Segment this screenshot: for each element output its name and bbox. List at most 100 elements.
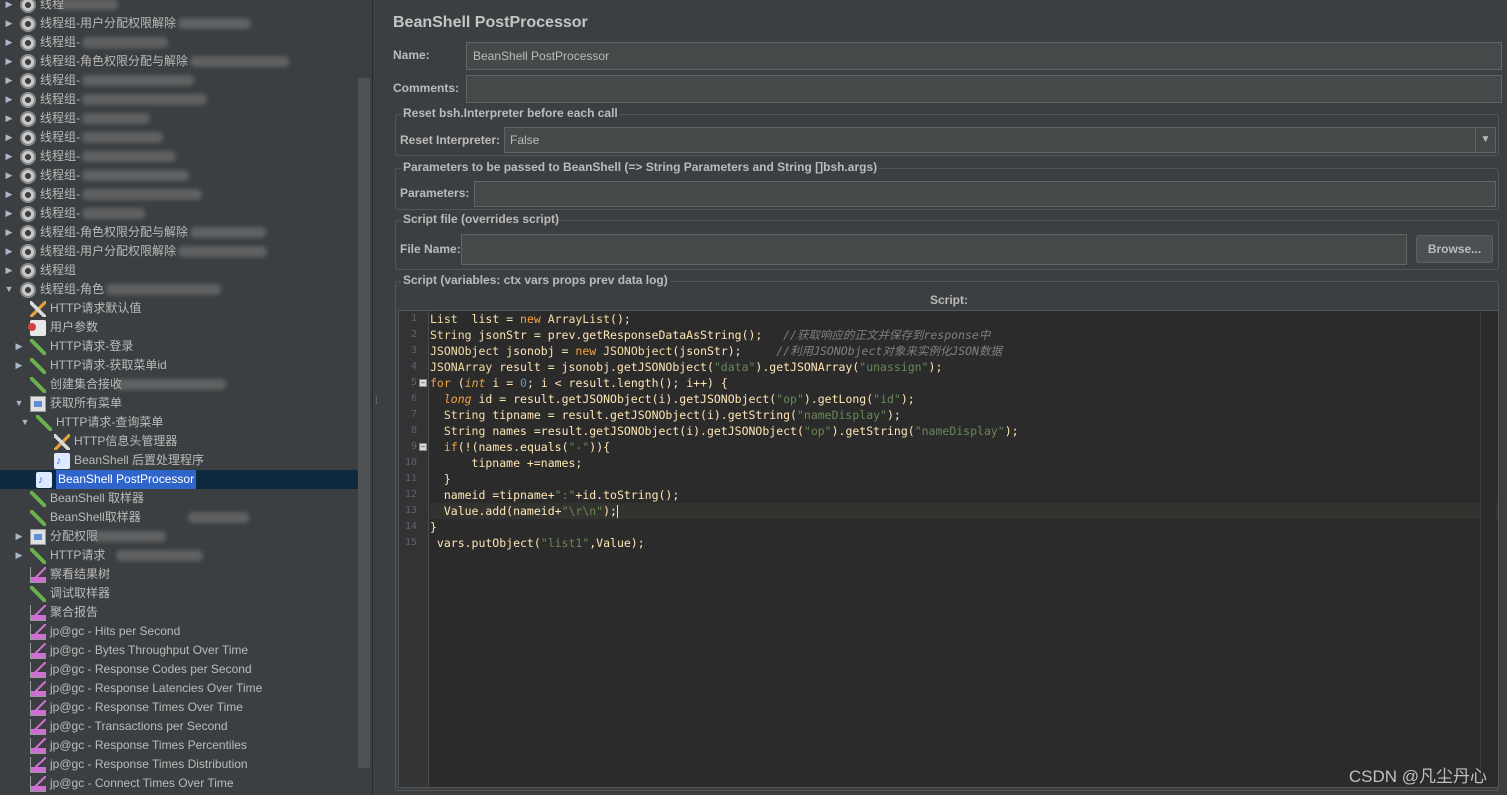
tree-item[interactable]: jp@gc - Response Latencies Over Time <box>0 679 358 698</box>
tree-item[interactable]: ▶ HTTP请求-获取菜单id <box>0 356 358 375</box>
tree-item[interactable]: ▶ 线程组- <box>0 109 358 128</box>
comments-field[interactable] <box>466 75 1502 103</box>
expand-toggle-icon[interactable]: ▶ <box>4 185 14 204</box>
expand-toggle-icon[interactable]: ▶ <box>4 166 14 185</box>
collapse-toggle-icon[interactable]: ▼ <box>14 394 24 413</box>
expand-toggle-icon[interactable]: ▶ <box>4 147 14 166</box>
tree-item[interactable]: jp@gc - Response Times Distribution <box>0 755 358 774</box>
expand-toggle-icon[interactable]: ▶ <box>4 204 14 223</box>
code-line[interactable]: List list = new ArrayList(); <box>430 311 1498 327</box>
tree-item[interactable]: ▶ 线程组- <box>0 185 358 204</box>
parameters-field[interactable] <box>474 181 1496 207</box>
tree-item[interactable]: ▶ HTTP请求-登录 <box>0 337 358 356</box>
browse-button[interactable]: Browse... <box>1416 235 1493 263</box>
expand-toggle-icon[interactable]: ▶ <box>14 337 24 356</box>
name-field[interactable]: BeanShell PostProcessor <box>466 42 1502 70</box>
line-number: 12 <box>404 489 417 500</box>
code-token: int <box>464 376 486 390</box>
tree-item[interactable]: ▶ 线程组-角色权限分配与解除 <box>0 223 358 242</box>
code-token: nameid =tipname+ <box>430 488 555 502</box>
expand-toggle-icon[interactable]: ▶ <box>4 242 14 261</box>
tree-item[interactable]: ▶ 线程组- <box>0 166 358 185</box>
tree-item[interactable]: ▶ 线程组-用户分配权限解除 <box>0 242 358 261</box>
tree-item[interactable]: ▶ 线程组- <box>0 33 358 52</box>
tree-item[interactable]: BeanShell取样器 <box>0 508 358 527</box>
code-line[interactable]: tipname +=names; <box>430 455 1498 471</box>
tree-item[interactable]: ▼ HTTP请求-查询菜单 <box>0 413 358 432</box>
tree-item[interactable]: jp@gc - Transactions per Second <box>0 717 358 736</box>
tree-item[interactable]: jp@gc - Hits per Second <box>0 622 358 641</box>
code-line[interactable]: Value.add(nameid+"\r\n"); <box>430 503 1498 519</box>
code-line[interactable]: String tipname = result.getJSONObject(i)… <box>430 407 1498 423</box>
tree-scrollbar[interactable] <box>358 78 370 768</box>
code-line[interactable]: long id = result.getJSONObject(i).getJSO… <box>430 391 1498 407</box>
expand-toggle-icon[interactable]: ▶ <box>4 128 14 147</box>
tree-item[interactable]: ▶ 线程 <box>0 0 358 14</box>
tree-item[interactable]: 察看结果树 <box>0 565 358 584</box>
code-line[interactable]: vars.putObject("list1",Value); <box>430 535 1498 551</box>
code-line[interactable]: String names =result.getJSONObject(i).ge… <box>430 423 1498 439</box>
tree-item[interactable]: ▶ 线程组- <box>0 71 358 90</box>
expand-toggle-icon[interactable]: ▶ <box>4 52 14 71</box>
editor-scrollbar[interactable] <box>1480 313 1496 783</box>
script-editor[interactable]: 1 2 3 4 5−6 7 8 9−10 11 12 13 14 15 List list = new … <box>398 310 1499 788</box>
tree-item[interactable]: ▶ 分配权限 <box>0 527 358 546</box>
code-line[interactable]: for (int i = 0; i < result.length(); i++… <box>430 375 1498 391</box>
tree-item[interactable]: ▶ 线程组 <box>0 261 358 280</box>
code-line[interactable]: nameid =tipname+":"+id.toString(); <box>430 487 1498 503</box>
tree-item[interactable]: BeanShell 后置处理程序 <box>0 451 358 471</box>
code-line[interactable]: } <box>430 471 1498 487</box>
tree-item[interactable]: jp@gc - Response Times Over Time <box>0 698 358 717</box>
expand-toggle-icon[interactable]: ▶ <box>4 90 14 109</box>
tree-item[interactable]: jp@gc - Response Codes per Second <box>0 660 358 679</box>
tree-item[interactable]: ▼ 线程组-角色 <box>0 280 358 299</box>
expand-toggle-icon[interactable]: ▶ <box>4 14 14 33</box>
dropdown-arrow-icon[interactable]: ▼ <box>1475 128 1495 152</box>
tree-item[interactable]: ▶ 线程组-角色权限分配与解除 <box>0 52 358 71</box>
collapse-toggle-icon[interactable]: ▼ <box>20 413 30 432</box>
tree-item[interactable]: 调试取样器 <box>0 584 358 603</box>
tree-item[interactable]: HTTP信息头管理器 <box>0 432 358 451</box>
code-token: long <box>443 392 472 406</box>
test-plan-tree[interactable]: ▶ 线程 ▶ 线程组-用户分配权限解除 ▶ 线程组- ▶ 线程组-角色权限分配与解除 ▶ 线程组-… <box>0 0 372 795</box>
tree-item[interactable]: jp@gc - Connect Times Over Time <box>0 774 358 793</box>
expand-toggle-icon[interactable]: ▶ <box>4 261 14 280</box>
tree-item[interactable]: BeanShell PostProcessor <box>0 470 358 490</box>
code-line[interactable]: JSONArray result = jsonobj.getJSONObject… <box>430 359 1498 375</box>
tree-item[interactable]: HTTP请求默认值 <box>0 299 358 318</box>
tree-item[interactable]: ▶ 线程组- <box>0 128 358 147</box>
expand-toggle-icon[interactable]: ▶ <box>4 223 14 242</box>
tree-item[interactable]: ▶ 线程组- <box>0 147 358 166</box>
expand-toggle-icon[interactable]: ▶ <box>4 71 14 90</box>
expand-toggle-icon[interactable]: ▶ <box>4 109 14 128</box>
tree-item[interactable]: ▼ 获取所有菜单 <box>0 394 358 413</box>
file-name-field[interactable] <box>461 234 1407 265</box>
tree-item[interactable]: 创建集合接收 <box>0 375 358 394</box>
code-line[interactable]: } <box>430 519 1498 535</box>
fold-toggle-icon[interactable]: − <box>419 443 427 451</box>
tree-item[interactable]: ▶ 线程组- <box>0 204 358 223</box>
splitter-grip-icon[interactable]: ⁞ <box>375 397 378 407</box>
code-line[interactable]: String jsonStr = prev.getResponseDataAsS… <box>430 327 1498 343</box>
expand-toggle-icon[interactable]: ▶ <box>4 33 14 52</box>
expand-toggle-icon[interactable]: ▶ <box>14 527 24 546</box>
tree-item[interactable]: 聚合报告 <box>0 603 358 622</box>
line-number: 2 <box>410 329 417 340</box>
expand-toggle-icon[interactable]: ▶ <box>14 546 24 565</box>
pane-splitter[interactable]: ⁞ <box>372 0 382 795</box>
code-line[interactable]: JSONObject jsonobj = new JSONObject(json… <box>430 343 1498 359</box>
code-token: ); <box>928 360 943 374</box>
tree-item[interactable]: ▶ 线程组-用户分配权限解除 <box>0 14 358 33</box>
tree-item[interactable]: BeanShell 取样器 <box>0 489 358 508</box>
tree-item[interactable]: jp@gc - Bytes Throughput Over Time <box>0 641 358 660</box>
collapse-toggle-icon[interactable]: ▼ <box>4 280 14 299</box>
expand-toggle-icon[interactable]: ▶ <box>4 0 14 14</box>
tree-item[interactable]: ▶ 线程组- <box>0 90 358 109</box>
fold-toggle-icon[interactable]: − <box>419 379 427 387</box>
tree-item[interactable]: 用户参数 <box>0 318 358 337</box>
tree-item[interactable]: ▶ HTTP请求 <box>0 546 358 565</box>
code-line[interactable]: if(!(names.equals("-")){ <box>430 439 1498 455</box>
expand-toggle-icon[interactable]: ▶ <box>14 356 24 375</box>
reset-interpreter-select[interactable]: False ▼ <box>504 127 1496 153</box>
tree-item[interactable]: jp@gc - Response Times Percentiles <box>0 736 358 755</box>
